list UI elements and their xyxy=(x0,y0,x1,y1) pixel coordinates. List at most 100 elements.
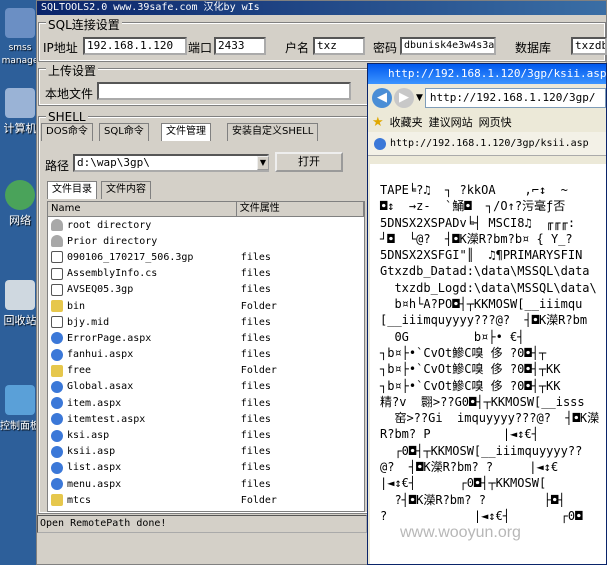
tab-sql[interactable]: SQL命令 xyxy=(99,123,149,141)
password-input[interactable]: dbunisk4e3w4s3a xyxy=(400,37,496,55)
user-input[interactable]: txz xyxy=(313,37,365,55)
table-row[interactable]: 090106_170217_506.3gp files xyxy=(48,249,364,265)
favorites-label[interactable]: 收藏夹 xyxy=(390,114,423,130)
ie-page-icon xyxy=(51,429,63,442)
content-line: |◄↕€┤ ┌0◘┤┬KKMOSW[ xyxy=(380,476,547,491)
tab-file-directory[interactable]: 文件目录 xyxy=(47,181,97,199)
content-line: txzdb_Logd:\data\MSSQL\data\ xyxy=(380,280,597,295)
path-label: 路径 xyxy=(45,159,70,173)
file-type: files xyxy=(240,316,271,328)
content-line: ┐b¤├•`CvOt鰺C嗅 侈 ?0◘┤┬KK xyxy=(380,378,561,393)
star-icon[interactable]: ★ xyxy=(372,115,384,130)
control-panel-icon xyxy=(5,385,35,415)
file-type: Folder xyxy=(240,365,277,377)
ie-page-icon xyxy=(51,348,63,361)
local-file-input[interactable] xyxy=(97,82,351,100)
content-line: 0G b¤├• €┤ xyxy=(380,329,525,344)
table-row[interactable]: Global.asax files xyxy=(48,379,364,395)
file-name: bin xyxy=(67,300,86,312)
table-row[interactable]: AVSEQ05.3gp files xyxy=(48,282,364,298)
page-content: TAPE╘?♫ ┐ ?kkOA ,⌐↕ ~ ◘↕ →z- `鯒◘ ┐/O↑?污毫ƒ… xyxy=(370,164,606,564)
file-rows: root directory Prior directory 090106_1702… xyxy=(48,217,364,508)
address-bar[interactable]: http://192.168.1.120/3gp/ xyxy=(424,88,606,108)
table-row[interactable]: AssemblyInfo.cs files xyxy=(48,266,364,282)
browser-tab[interactable]: http://192.168.1.120/3gp/ksii.asp xyxy=(368,132,606,156)
file-name: free xyxy=(67,365,92,377)
tab-dos[interactable]: DOS命令 xyxy=(41,123,93,141)
ip-input[interactable]: 192.168.1.120 xyxy=(83,37,187,55)
table-row[interactable]: ksi.asp files xyxy=(48,427,364,443)
webslice-label[interactable]: 网页快 xyxy=(479,114,512,130)
ie-page-icon xyxy=(51,445,63,458)
ie-page-icon xyxy=(51,397,63,410)
file-name-cell: AVSEQ05.3gp xyxy=(48,283,237,296)
file-name-cell: bin xyxy=(48,300,237,313)
chevron-down-icon[interactable]: ▼ xyxy=(416,93,423,103)
desktop-icon-smss[interactable]: smss manage xyxy=(0,8,40,66)
table-row[interactable]: mtcs Folder xyxy=(48,492,364,508)
table-row[interactable]: free Folder xyxy=(48,363,364,379)
column-header-name[interactable]: Name xyxy=(48,202,237,216)
recycle-bin-icon xyxy=(5,280,35,310)
table-row[interactable]: ksii.asp files xyxy=(48,444,364,460)
group-title: 上传设置 xyxy=(46,62,99,79)
file-icon xyxy=(51,283,63,296)
database-input[interactable]: txzdb xyxy=(571,37,607,55)
table-row[interactable]: item.aspx files xyxy=(48,395,364,411)
path-input[interactable]: d:\wap\3gp\ xyxy=(73,154,269,172)
file-name-cell: ksi.asp xyxy=(48,429,237,442)
file-name: AssemblyInfo.cs xyxy=(67,268,158,280)
table-row[interactable]: root directory xyxy=(48,217,364,233)
file-name: item.aspx xyxy=(67,397,122,409)
file-type: files xyxy=(240,478,271,490)
app-icon xyxy=(5,8,35,38)
table-row[interactable]: bjy.mid files xyxy=(48,314,364,330)
back-icon[interactable]: ◀ xyxy=(372,88,392,108)
suggest-label[interactable]: 建议网站 xyxy=(429,114,473,130)
file-name: AVSEQ05.3gp xyxy=(67,284,134,296)
file-name-cell: bjy.mid xyxy=(48,316,237,329)
table-row[interactable]: ErrorPage.aspx files xyxy=(48,330,364,346)
file-name-cell: fanhui.aspx xyxy=(48,348,237,361)
browser-window: http://192.168.1.120/3gp/ksii.asp ◀ ▶ ▼ … xyxy=(367,63,607,565)
table-row[interactable]: menu.aspx files xyxy=(48,476,364,492)
port-input[interactable]: 2433 xyxy=(214,37,266,55)
content-line: ?┤◘K濚R?bm? ? ├◘┤ xyxy=(380,492,566,507)
file-subtabs: 文件目录 文件内容 xyxy=(47,181,167,199)
column-header-type[interactable]: 文件属性 xyxy=(237,202,364,216)
table-row[interactable]: itemtest.aspx files xyxy=(48,411,364,427)
file-type: files xyxy=(240,268,271,280)
content-line: ? |◄↕€┤ ┌0◘ xyxy=(380,508,583,523)
file-name-cell: AssemblyInfo.cs xyxy=(48,267,237,280)
file-name-cell: mtcs xyxy=(48,494,237,507)
table-row[interactable]: bin Folder xyxy=(48,298,364,314)
file-name: mtcs xyxy=(67,494,92,506)
tab-file-content[interactable]: 文件内容 xyxy=(101,181,151,199)
file-name: menu.aspx xyxy=(67,478,122,490)
computer-icon xyxy=(5,88,35,118)
group-title: SQL连接设置 xyxy=(46,16,122,33)
tab-install-shell[interactable]: 安装自定义SHELL xyxy=(227,123,319,141)
desktop-icon-network[interactable]: 网络 xyxy=(0,180,40,228)
content-line: ◘↕ →z- `鯒◘ ┐/O↑?污毫ƒ否 xyxy=(380,199,566,214)
file-name-cell: Prior directory xyxy=(48,235,237,248)
desktop-icon-recycle-bin[interactable]: 回收站 xyxy=(0,280,40,328)
file-type: files xyxy=(240,397,271,409)
table-row[interactable]: list.aspx files xyxy=(48,460,364,476)
ie-page-icon xyxy=(51,478,63,491)
forward-icon[interactable]: ▶ xyxy=(394,88,414,108)
file-name-cell: list.aspx xyxy=(48,461,237,474)
file-name-cell: ksii.asp xyxy=(48,445,237,458)
tab-file-manager[interactable]: 文件管理 xyxy=(161,123,211,141)
desktop-icon-control-panel[interactable]: 控制面板 xyxy=(0,385,40,432)
table-row[interactable]: Prior directory xyxy=(48,233,364,249)
table-row[interactable]: fanhui.aspx files xyxy=(48,347,364,363)
desktop-icon-computer[interactable]: 计算机 xyxy=(0,88,40,136)
open-button[interactable]: 打开 xyxy=(275,152,343,172)
favorites-bar: ★ 收藏夹 建议网站 网页快 xyxy=(368,112,606,132)
chevron-down-icon[interactable]: ▼ xyxy=(257,156,269,170)
desktop-icon-label: 计算机 xyxy=(3,122,37,135)
content-line: ┐b¤├•`CvOt鰺C嗅 侈 ?0◘┤┬KK xyxy=(380,362,561,377)
file-name-cell: free xyxy=(48,364,237,377)
path-value: d:\wap\3gp\ xyxy=(77,156,150,169)
